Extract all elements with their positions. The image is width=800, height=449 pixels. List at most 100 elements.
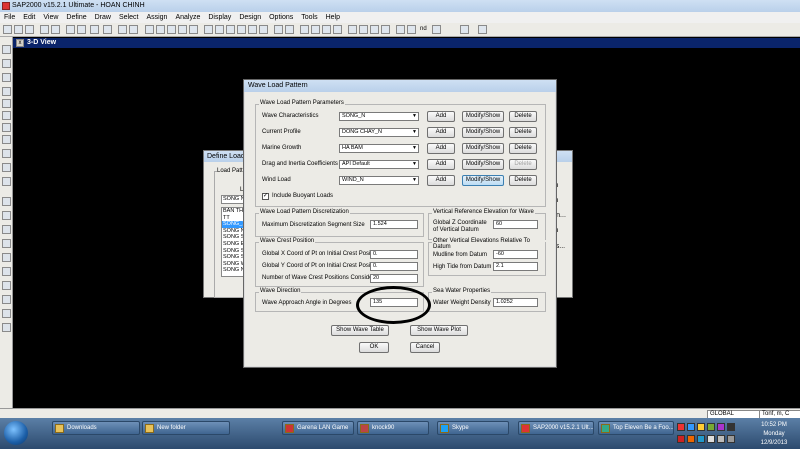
taskbar-item-new-folder[interactable]: New folder: [142, 421, 230, 435]
modify-wind-load-button[interactable]: Modify/Show: [462, 175, 504, 186]
marine-growth-select[interactable]: HA BAM ▼: [339, 144, 419, 153]
intersecting-line-icon[interactable]: [2, 309, 11, 318]
current-profile-select[interactable]: DONG CHAY_N ▼: [339, 128, 419, 137]
wave-characteristics-select[interactable]: SONG_N ▼: [339, 112, 419, 121]
view-xy-icon[interactable]: [215, 25, 224, 34]
mudline-input[interactable]: -60: [493, 250, 538, 259]
show-undeformed-icon[interactable]: [396, 25, 405, 34]
add-current-profile-button[interactable]: Add: [427, 127, 455, 138]
show-deformed-icon[interactable]: [432, 25, 441, 34]
assign-joint-icon[interactable]: [348, 25, 357, 34]
taskbar-clock[interactable]: 10:52 PM Monday 12/9/2013: [752, 421, 796, 448]
draw-rect-area-icon[interactable]: [2, 163, 11, 172]
crest-count-input[interactable]: 20: [370, 274, 418, 283]
modify-wave-characteristics-button[interactable]: Modify/Show: [462, 111, 504, 122]
wind-load-select[interactable]: WIND_N ▼: [339, 176, 419, 185]
include-buoyant-checkbox[interactable]: ✓: [262, 193, 269, 200]
network-icon[interactable]: [707, 435, 715, 443]
taskbar-item-downloads[interactable]: Downloads: [52, 421, 140, 435]
show-tables-icon[interactable]: [478, 25, 487, 34]
view-yz-icon[interactable]: [237, 25, 246, 34]
redo-icon[interactable]: [51, 25, 60, 34]
ok-button[interactable]: OK: [359, 342, 389, 353]
zoom-full-icon[interactable]: [167, 25, 176, 34]
show-loads-icon[interactable]: [407, 25, 416, 34]
delete-wind-load-button[interactable]: Delete: [509, 175, 537, 186]
menu-tools[interactable]: Tools: [297, 12, 321, 23]
menu-display[interactable]: Display: [204, 12, 235, 23]
crest-y-input[interactable]: 0.: [370, 262, 418, 271]
delete-current-profile-button[interactable]: Delete: [509, 127, 537, 138]
delete-drag-inertia-button[interactable]: Delete: [509, 159, 537, 170]
modify-drag-inertia-button[interactable]: Modify/Show: [462, 159, 504, 170]
taskbar-item-knock90[interactable]: knock90: [357, 421, 429, 435]
menu-file[interactable]: File: [0, 12, 19, 23]
taskbar-item-garena[interactable]: Garena LAN Game: [282, 421, 354, 435]
rotate-icon[interactable]: [259, 25, 268, 34]
quick-frame-icon[interactable]: [2, 99, 11, 108]
flag-icon[interactable]: [727, 435, 735, 443]
display-options-icon[interactable]: [311, 25, 320, 34]
crest-x-input[interactable]: 0.: [370, 250, 418, 259]
delete-wave-characteristics-button[interactable]: Delete: [509, 111, 537, 122]
view-window-tab[interactable]: x 3-D View: [13, 38, 800, 48]
refresh-icon[interactable]: [66, 25, 75, 34]
tray-app-icon[interactable]: [687, 423, 695, 431]
snap-lines-icon[interactable]: [2, 253, 11, 262]
snap-ends-icon[interactable]: [2, 211, 11, 220]
assign-area-icon[interactable]: [370, 25, 379, 34]
menu-design[interactable]: Design: [235, 12, 265, 23]
run-analysis-icon[interactable]: [103, 25, 112, 34]
reshape-icon[interactable]: [2, 59, 11, 68]
delete-marine-growth-button[interactable]: Delete: [509, 143, 537, 154]
show-forces-icon[interactable]: [460, 25, 469, 34]
tray-app-icon[interactable]: [697, 435, 705, 443]
show-all-icon[interactable]: [2, 323, 11, 332]
start-button-icon[interactable]: [4, 421, 28, 445]
view-nv-icon[interactable]: [248, 25, 257, 34]
tray-app-icon[interactable]: [707, 423, 715, 431]
add-marine-growth-button[interactable]: Add: [427, 143, 455, 154]
menu-draw[interactable]: Draw: [91, 12, 115, 23]
draw-joint-icon[interactable]: [2, 73, 11, 82]
water-density-input[interactable]: 1.0252: [493, 298, 538, 307]
new-model-icon[interactable]: [3, 25, 12, 34]
draw-link-icon[interactable]: [2, 123, 11, 132]
tray-app-icon[interactable]: [677, 423, 685, 431]
view-close-icon[interactable]: x: [16, 39, 24, 47]
add-wave-characteristics-button[interactable]: Add: [427, 111, 455, 122]
menu-help[interactable]: Help: [322, 12, 344, 23]
save-icon[interactable]: [25, 25, 34, 34]
snap-perp-icon[interactable]: [2, 239, 11, 248]
lock-icon[interactable]: [77, 25, 86, 34]
view-3d-icon[interactable]: [204, 25, 213, 34]
tray-app-icon[interactable]: [697, 423, 705, 431]
assign-frame-icon[interactable]: [359, 25, 368, 34]
high-tide-input[interactable]: 2.1: [493, 262, 538, 271]
quick-area-icon[interactable]: [2, 177, 11, 186]
draw-frame-icon[interactable]: [2, 87, 11, 96]
move-down-icon[interactable]: [285, 25, 294, 34]
show-wave-table-button[interactable]: Show Wave Table: [331, 325, 389, 336]
tray-app-icon[interactable]: [727, 423, 735, 431]
pencil-icon[interactable]: [90, 25, 99, 34]
select-all-icon[interactable]: [2, 267, 11, 276]
get-previous-icon[interactable]: [2, 281, 11, 290]
show-wave-plot-button[interactable]: Show Wave Plot: [410, 325, 468, 336]
menu-select[interactable]: Select: [115, 12, 142, 23]
zoom-out-icon[interactable]: [156, 25, 165, 34]
menu-define[interactable]: Define: [62, 12, 90, 23]
zoom-in-icon[interactable]: [145, 25, 154, 34]
open-icon[interactable]: [14, 25, 23, 34]
tray-app-icon[interactable]: [687, 435, 695, 443]
zoom-window-icon[interactable]: [118, 25, 127, 34]
tray-app-icon[interactable]: [717, 423, 725, 431]
move-up-icon[interactable]: [274, 25, 283, 34]
view-xz-icon[interactable]: [226, 25, 235, 34]
menu-edit[interactable]: Edit: [19, 12, 39, 23]
menu-view[interactable]: View: [39, 12, 62, 23]
menu-assign[interactable]: Assign: [142, 12, 171, 23]
pointer-icon[interactable]: [2, 45, 11, 54]
draw-area-icon[interactable]: [2, 149, 11, 158]
snap-points-icon[interactable]: [2, 197, 11, 206]
